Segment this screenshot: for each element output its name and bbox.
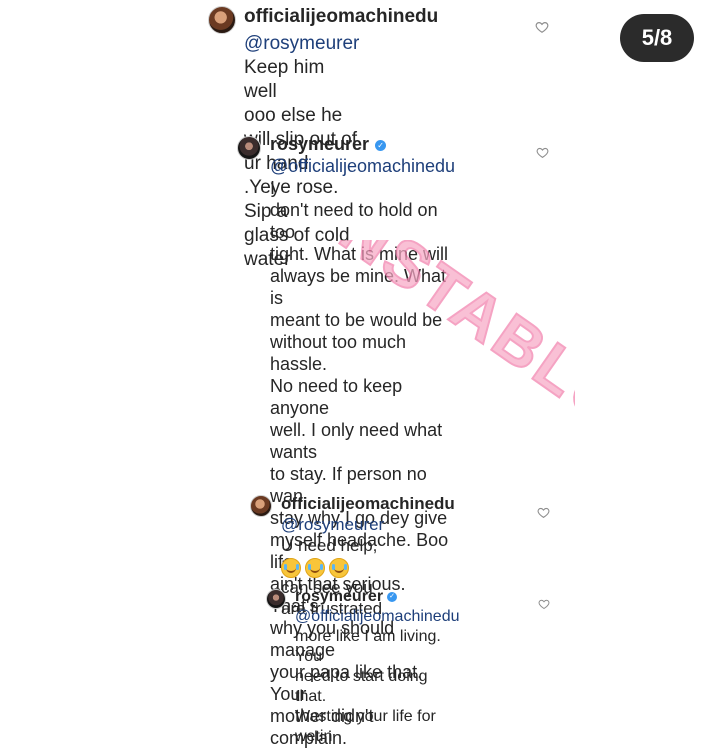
mention-link[interactable]: @rosymeurer (244, 33, 359, 54)
mention-link[interactable]: @officialijeomachinedu (270, 156, 455, 176)
username[interactable]: rosymeurer ✓ (295, 588, 398, 606)
username[interactable]: officialijeomachinedu (281, 494, 455, 514)
heart-icon[interactable] (536, 146, 549, 159)
laughing-tears-emoji-icon (281, 558, 301, 578)
avatar[interactable] (266, 589, 286, 609)
comment-text: @officialijeomachinedu more like I am li… (295, 607, 460, 745)
username[interactable]: officialijeomachinedu (244, 6, 438, 28)
heart-icon[interactable] (537, 506, 550, 519)
laughing-tears-emoji-icon (329, 558, 349, 578)
mention-link[interactable]: @rosymeurer (281, 515, 384, 534)
avatar[interactable] (208, 6, 236, 34)
heart-icon[interactable] (535, 20, 549, 34)
avatar[interactable] (250, 495, 272, 517)
avatar[interactable] (237, 136, 261, 160)
emoji-row (281, 558, 353, 583)
verified-badge-icon: ✓ (375, 139, 387, 151)
heart-icon[interactable] (538, 598, 550, 610)
image-counter-badge: 5/8 (620, 14, 694, 62)
mention-link[interactable]: @officialijeomachinedu (295, 607, 459, 627)
laughing-tears-emoji-icon (305, 558, 325, 578)
verified-badge-icon: ✓ (387, 591, 398, 602)
username[interactable]: rosymeurer ✓ (270, 134, 387, 155)
